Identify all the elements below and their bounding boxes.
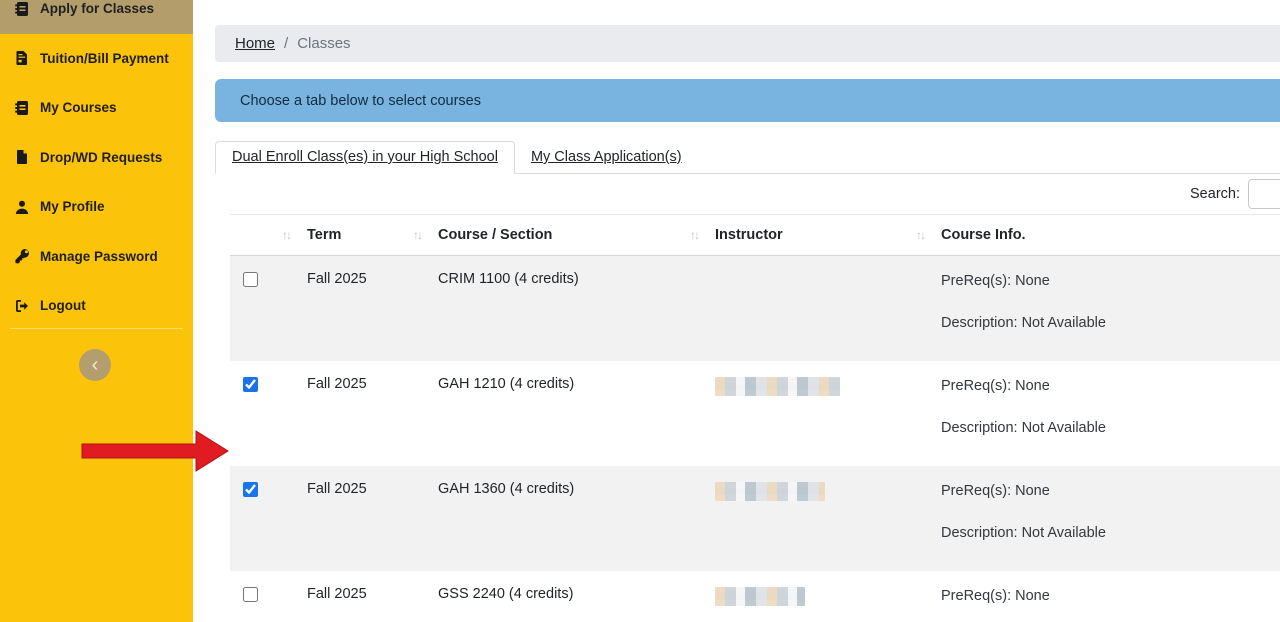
- description-text: Description: Not Available: [941, 418, 1280, 439]
- address-book-icon: [14, 1, 30, 17]
- search-label: Search:: [1190, 186, 1240, 202]
- sort-icon[interactable]: ↑↓: [690, 228, 698, 242]
- column-header-term[interactable]: Term ↑↓: [292, 215, 423, 256]
- sidebar: Apply for Classes Tuition/Bill Payment M…: [0, 0, 193, 622]
- sidebar-item-label: Drop/WD Requests: [40, 150, 162, 165]
- file-icon: [14, 149, 30, 165]
- table-header-row: ↑↓ Term ↑↓ Course / Section ↑↓ Instructo…: [230, 215, 1280, 256]
- breadcrumb: Home / Classes: [215, 25, 1280, 62]
- course-info-cell: PreReq(s): None Description: Not Availab…: [926, 571, 1280, 622]
- sidebar-item-drop-wd-requests[interactable]: Drop/WD Requests: [0, 133, 193, 183]
- term-cell: Fall 2025: [292, 571, 423, 622]
- user-icon: [14, 199, 30, 215]
- sidebar-item-logout[interactable]: Logout: [0, 281, 193, 331]
- sidebar-item-label: My Profile: [40, 199, 105, 214]
- redacted-instructor-name: [715, 482, 825, 501]
- sidebar-divider: [10, 328, 183, 329]
- description-text: Description: Not Available: [941, 313, 1280, 334]
- instructor-cell: [700, 466, 926, 571]
- course-cell: CRIM 1100 (4 credits): [423, 256, 700, 362]
- sidebar-item-label: Manage Password: [40, 249, 158, 264]
- course-info-cell: PreReq(s): None Description: Not Availab…: [926, 466, 1280, 571]
- address-book-icon: [14, 100, 30, 116]
- breadcrumb-current: Classes: [297, 35, 350, 52]
- prereq-text: PreReq(s): None: [941, 271, 1280, 292]
- table-row-annotated: Fall 2025 GAH 1360 (4 credits) PreReq(s)…: [230, 466, 1280, 571]
- sidebar-item-my-profile[interactable]: My Profile: [0, 182, 193, 232]
- course-cell: GSS 2240 (4 credits): [423, 571, 700, 622]
- prereq-text: PreReq(s): None: [941, 586, 1280, 607]
- tab-my-class-applications[interactable]: My Class Application(s): [515, 142, 698, 173]
- instructor-cell: [700, 256, 926, 362]
- prereq-text: PreReq(s): None: [941, 481, 1280, 502]
- sidebar-item-manage-password[interactable]: Manage Password: [0, 232, 193, 282]
- main-content: Home / Classes Choose a tab below to sel…: [193, 0, 1280, 622]
- breadcrumb-separator: /: [284, 35, 288, 52]
- search-input[interactable]: [1248, 179, 1280, 209]
- redacted-instructor-name: [715, 587, 805, 606]
- sidebar-collapse-button[interactable]: ‹: [79, 349, 111, 381]
- instructor-cell: [700, 361, 926, 466]
- sidebar-item-tuition-bill-payment[interactable]: Tuition/Bill Payment: [0, 34, 193, 84]
- row-checkbox[interactable]: [243, 587, 258, 602]
- table-row: Fall 2025 GSS 2240 (4 credits) PreReq(s)…: [230, 571, 1280, 622]
- search-filter: Search:: [1190, 179, 1280, 209]
- sidebar-item-apply-for-classes[interactable]: Apply for Classes: [0, 0, 193, 34]
- instructor-cell: [700, 571, 926, 622]
- prereq-text: PreReq(s): None: [941, 376, 1280, 397]
- term-cell: Fall 2025: [292, 361, 423, 466]
- column-header-course-info[interactable]: Course Info.: [926, 215, 1280, 256]
- term-cell: Fall 2025: [292, 466, 423, 571]
- file-invoice-icon: [14, 50, 30, 66]
- tab-dual-enroll-classes[interactable]: Dual Enroll Class(es) in your High Schoo…: [215, 141, 515, 174]
- info-banner-text: Choose a tab below to select courses: [240, 93, 481, 109]
- column-header-course-section[interactable]: Course / Section ↑↓: [423, 215, 700, 256]
- sidebar-item-label: Tuition/Bill Payment: [40, 51, 169, 66]
- table-row: Fall 2025 CRIM 1100 (4 credits) PreReq(s…: [230, 256, 1280, 362]
- redacted-instructor-name: [715, 377, 840, 396]
- tab-bar: Dual Enroll Class(es) in your High Schoo…: [215, 139, 1280, 174]
- row-checkbox[interactable]: [243, 377, 258, 392]
- logout-icon: [14, 298, 30, 314]
- classes-table: ↑↓ Term ↑↓ Course / Section ↑↓ Instructo…: [230, 214, 1280, 622]
- sort-icon[interactable]: ↑↓: [916, 228, 924, 242]
- breadcrumb-home-link[interactable]: Home: [235, 35, 275, 52]
- course-cell: GAH 1210 (4 credits): [423, 361, 700, 466]
- sidebar-item-my-courses[interactable]: My Courses: [0, 83, 193, 133]
- chevron-left-icon: ‹: [92, 354, 99, 376]
- term-cell: Fall 2025: [292, 256, 423, 362]
- column-header-instructor[interactable]: Instructor ↑↓: [700, 215, 926, 256]
- sidebar-item-label: Apply for Classes: [40, 1, 154, 16]
- column-header-select[interactable]: ↑↓: [230, 215, 292, 256]
- course-cell: GAH 1360 (4 credits): [423, 466, 700, 571]
- course-info-cell: PreReq(s): None Description: Not Availab…: [926, 361, 1280, 466]
- row-checkbox[interactable]: [243, 272, 258, 287]
- sidebar-item-label: Logout: [40, 298, 86, 313]
- sort-icon[interactable]: ↑↓: [413, 228, 421, 242]
- table-row: Fall 2025 GAH 1210 (4 credits) PreReq(s)…: [230, 361, 1280, 466]
- description-text: Description: Not Available: [941, 523, 1280, 544]
- sidebar-item-label: My Courses: [40, 100, 117, 115]
- row-checkbox[interactable]: [243, 482, 258, 497]
- table-controls: Search:: [215, 174, 1280, 214]
- sort-icon[interactable]: ↑↓: [282, 228, 290, 242]
- key-icon: [14, 248, 30, 264]
- info-banner: Choose a tab below to select courses: [215, 79, 1280, 122]
- sidebar-nav: Apply for Classes Tuition/Bill Payment M…: [0, 0, 193, 331]
- course-info-cell: PreReq(s): None Description: Not Availab…: [926, 256, 1280, 362]
